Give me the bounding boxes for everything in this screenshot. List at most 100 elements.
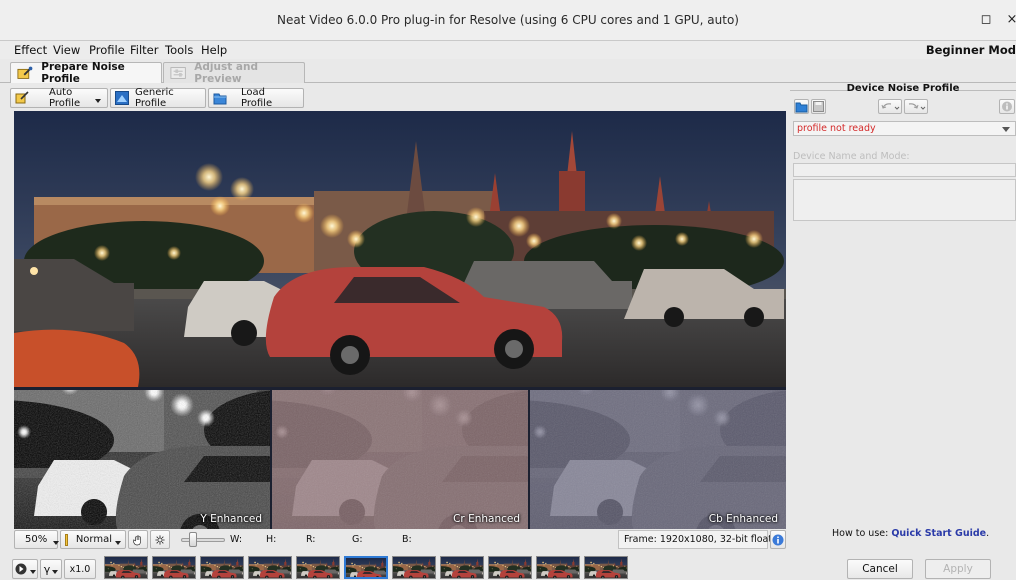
frame-thumbnail-image [249, 557, 292, 579]
redo-button[interactable] [904, 99, 928, 114]
playback-speed-button[interactable]: x1.0 [64, 559, 96, 579]
frame-thumbnail[interactable] [104, 556, 148, 579]
frame-thumbnail[interactable] [392, 556, 436, 579]
tab-adjust-and-preview[interactable]: Adjust and Preview [163, 61, 305, 85]
playback-options-button[interactable] [12, 559, 38, 579]
y-channel-image [14, 390, 270, 529]
device-notes-field[interactable] [793, 179, 1016, 221]
menu-tools[interactable]: Tools [165, 43, 193, 57]
info-icon [772, 534, 784, 545]
mode-label[interactable]: Beginner Mod [926, 43, 1016, 57]
auto-profile-button[interactable]: Auto Profile [10, 87, 108, 109]
chevron-down-icon [53, 540, 60, 545]
how-to-use-suffix: . [986, 528, 990, 539]
auto-profile-icon [15, 91, 29, 104]
generic-profile-label: Generic Profile [135, 87, 174, 109]
window-title: Neat Video 6.0.0 Pro plug-in for Resolve… [277, 13, 739, 27]
open-profile-button[interactable] [794, 99, 809, 114]
brightness-button[interactable] [150, 530, 170, 549]
zoom-value: 50% [25, 534, 48, 545]
undo-icon [881, 103, 900, 110]
frame-thumbnail-image [201, 557, 244, 579]
menu-effect[interactable]: Effect [14, 43, 47, 57]
frame-thumbnail[interactable] [440, 556, 484, 579]
cb-channel-image [530, 390, 786, 529]
cr-channel-image [272, 390, 528, 529]
y-channel-view[interactable]: Y Enhanced [14, 390, 270, 529]
tab-label: Prepare Noise Profile [41, 61, 125, 85]
menu-help[interactable]: Help [201, 43, 227, 57]
frame-thumbnail[interactable] [152, 556, 196, 579]
info-button[interactable] [770, 530, 786, 549]
chevron-down-icon [29, 570, 36, 574]
menu-view[interactable]: View [53, 43, 80, 57]
frame-thumbnail-image [346, 558, 388, 579]
profile-status-select[interactable]: profile not ready [793, 121, 1016, 136]
chevron-down-icon [115, 540, 121, 545]
load-profile-button[interactable]: Load Profile [208, 87, 304, 109]
frame-thumbnail[interactable] [296, 556, 340, 579]
gamma-icon: γ [43, 562, 51, 576]
cb-channel-view[interactable]: Cb Enhanced [530, 390, 786, 529]
close-icon[interactable]: × [1004, 12, 1016, 28]
bottom-bar: γ x1.0 Cancel Apply [0, 554, 1016, 580]
save-icon [813, 101, 824, 112]
info-icon [1002, 101, 1012, 112]
channel-label: Y Enhanced [200, 513, 262, 525]
quick-start-guide-link[interactable]: Quick Start Guide [891, 528, 986, 539]
tab-label: Adjust and Preview [194, 61, 258, 85]
frame-thumbnail[interactable] [200, 556, 244, 579]
menu-filter[interactable]: Filter [130, 43, 158, 57]
profile-info-button[interactable] [999, 99, 1015, 114]
green-label: G: [352, 534, 363, 545]
sun-icon [155, 534, 165, 545]
frame-thumbnail[interactable] [488, 556, 532, 579]
frame-thumbnail-image [105, 557, 148, 579]
cancel-button[interactable]: Cancel [847, 559, 913, 579]
frame-thumbnail-image [153, 557, 196, 579]
folder-icon [213, 93, 227, 105]
frame-thumbnail-image [489, 557, 532, 579]
apply-button[interactable]: Apply [925, 559, 991, 579]
brightness-slider-track[interactable] [181, 538, 225, 542]
frame-thumbnail[interactable] [584, 556, 628, 579]
channel-label: Cb Enhanced [708, 513, 778, 525]
load-profile-label: Load Profile [241, 87, 273, 109]
frame-thumbnail-image [441, 557, 484, 579]
chevron-down-icon [1002, 127, 1010, 132]
blend-mode-select[interactable]: Normal [60, 530, 126, 549]
menu-profile[interactable]: Profile [89, 43, 125, 57]
speed-value: x1.0 [69, 563, 91, 575]
channel-label: Cr Enhanced [453, 513, 520, 525]
blue-label: B: [402, 534, 412, 545]
preview-image[interactable] [14, 111, 786, 387]
frame-thumbnail-image [297, 557, 340, 579]
cr-channel-view[interactable]: Cr Enhanced [272, 390, 528, 529]
gamma-button[interactable]: γ [40, 559, 62, 579]
frame-thumbnail[interactable] [536, 556, 580, 579]
frame-info: Frame: 1920x1080, 32-bit float [618, 530, 772, 549]
save-profile-button[interactable] [811, 99, 826, 114]
how-to-use: How to use: Quick Start Guide. [832, 528, 989, 539]
pan-tool-button[interactable] [128, 530, 148, 549]
auto-profile-label: Auto Profile [49, 87, 81, 109]
adjust-sliders-icon [170, 67, 186, 79]
play-circle-icon [15, 563, 26, 575]
device-name-field[interactable] [793, 163, 1016, 177]
title-bar: Neat Video 6.0.0 Pro plug-in for Resolve… [0, 0, 1016, 41]
preview-viewer[interactable]: Y Enhanced Cr Enhanced Cb Enhanced [14, 111, 786, 529]
frame-thumbnail-image [393, 557, 436, 579]
brightness-slider-handle[interactable] [189, 532, 197, 547]
device-name-label: Device Name and Mode: [793, 151, 910, 162]
frame-thumbnail[interactable] [248, 556, 292, 579]
generic-profile-button[interactable]: Generic Profile [110, 87, 206, 109]
color-swatch-icon [65, 533, 68, 546]
undo-button[interactable] [878, 99, 902, 114]
maximize-icon[interactable]: ◻ [978, 12, 994, 28]
zoom-select[interactable]: 50% [14, 530, 60, 549]
folder-icon [795, 102, 808, 113]
frame-thumbnail[interactable] [344, 556, 388, 579]
chevron-down-icon [95, 99, 101, 103]
tab-prepare-noise-profile[interactable]: Prepare Noise Profile [10, 61, 162, 85]
generic-profile-icon [115, 91, 129, 105]
